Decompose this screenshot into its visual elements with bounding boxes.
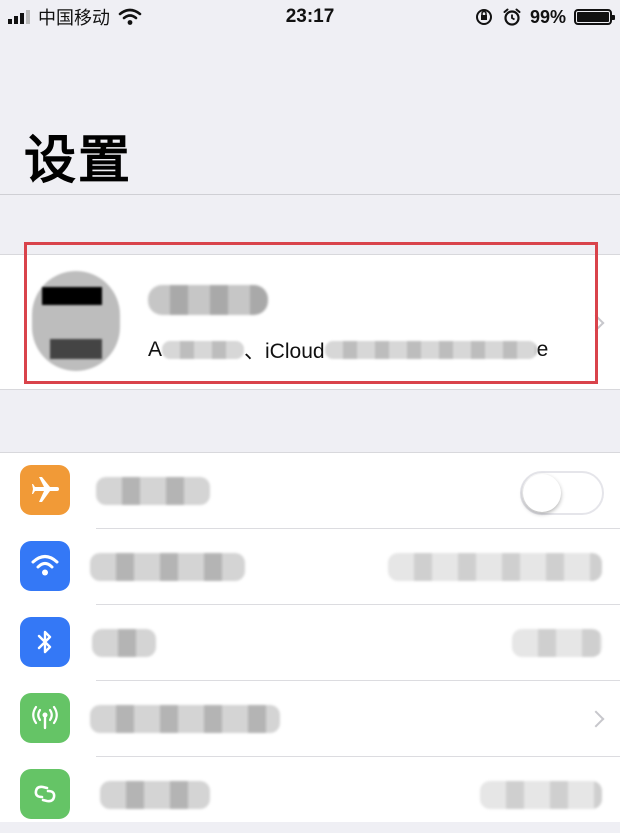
battery-icon: [574, 9, 615, 25]
settings-row-wifi[interactable]: [0, 529, 620, 605]
status-bar-left: 中国移动: [0, 4, 142, 30]
hotspot-icon: [20, 769, 70, 819]
chevron-right-icon: [587, 710, 605, 728]
wifi-icon: [20, 541, 70, 591]
airplane-mode-toggle[interactable]: [520, 471, 604, 515]
row-label-redacted: [96, 477, 210, 505]
row-label-redacted: [100, 781, 210, 809]
settings-list: [0, 452, 620, 822]
page-title: 设置: [24, 132, 133, 190]
wifi-status-icon: [118, 8, 142, 25]
row-label-redacted: [92, 629, 156, 657]
bluetooth-icon: [20, 617, 70, 667]
settings-row-bluetooth[interactable]: [0, 605, 620, 681]
row-label-redacted: [90, 553, 245, 581]
settings-row-cellular[interactable]: [0, 681, 620, 757]
airplane-icon: [20, 465, 70, 515]
status-bar-right: 99%: [474, 7, 620, 28]
title-divider: [0, 194, 620, 195]
toggle-knob: [523, 474, 561, 512]
alarm-icon: [503, 8, 521, 26]
battery-percentage: 99%: [529, 6, 566, 27]
highlight-annotation-box: [24, 242, 598, 384]
orientation-lock-icon: [475, 9, 492, 25]
battery-fill: [577, 12, 609, 22]
row-value-redacted: [480, 781, 602, 809]
status-bar: 中国移动 23:17 99%: [0, 0, 620, 34]
row-label-redacted: [90, 705, 280, 733]
settings-row-personal-hotspot[interactable]: [0, 757, 620, 833]
settings-row-airplane-mode[interactable]: [0, 453, 620, 529]
cellular-signal-icon: [8, 10, 30, 24]
row-value-redacted: [388, 553, 602, 581]
cellular-icon: [20, 693, 70, 743]
row-value-redacted: [512, 629, 602, 657]
carrier-name: 中国移动: [38, 8, 110, 28]
